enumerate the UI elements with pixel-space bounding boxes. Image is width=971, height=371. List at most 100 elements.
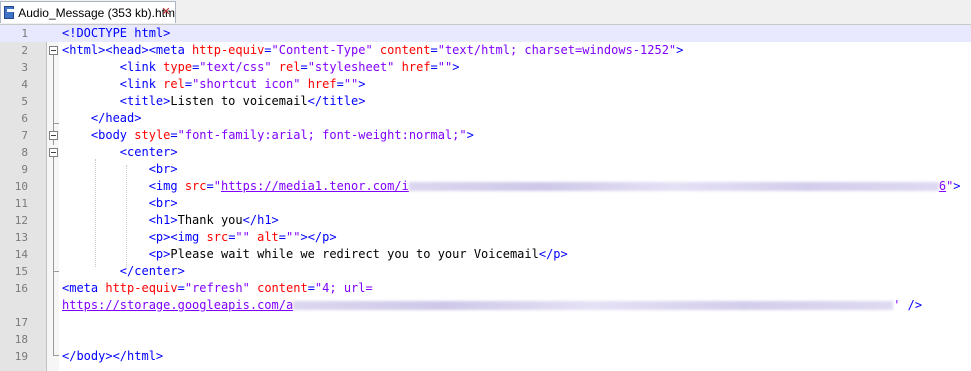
- code-token: <link: [119, 77, 164, 91]
- code-text: <link rel="shortcut icon" href="">: [62, 76, 366, 93]
- code-token: <h1>: [148, 213, 178, 227]
- code-text: <!DOCTYPE html>: [62, 25, 170, 42]
- code-token: />: [900, 298, 923, 312]
- code-text: <center>: [62, 144, 178, 161]
- code-line[interactable]: 19 </body></html>: [0, 348, 971, 365]
- line-number: 8: [21, 146, 28, 159]
- code-line[interactable]: 5 <title>Listen to voicemail</title>: [0, 93, 971, 110]
- code-token: "font-family:arial; font-weight:normal;": [177, 128, 467, 142]
- code-token: ": [213, 179, 221, 193]
- code-token: "": [343, 77, 359, 91]
- indent-guide: [95, 159, 96, 267]
- fold-line: [53, 55, 54, 123]
- code-text: <img src="https://media1.tenor.com/i 6">: [62, 178, 961, 195]
- code-line[interactable]: https://storage.googleapis.com/a ' />: [0, 297, 971, 314]
- line-number: 4: [21, 78, 28, 91]
- code-line[interactable]: 4 <link rel="shortcut icon" href="">: [0, 76, 971, 93]
- code-line[interactable]: 7 <body style="font-family:arial; font-w…: [0, 127, 971, 144]
- code-token: href: [307, 77, 337, 91]
- code-token: "4; url=: [314, 281, 373, 295]
- code-token: "": [286, 230, 301, 244]
- code-line[interactable]: 3 <link type="text/css" rel="stylesheet"…: [0, 59, 971, 76]
- code-line[interactable]: 10 <img src="https://media1.tenor.com/i 6…: [0, 178, 971, 195]
- code-token: "text/html; charset=windows-1252": [437, 43, 677, 57]
- code-line[interactable]: 13 <p><img src="" alt=""></p>: [0, 229, 971, 246]
- code-token: "stylesheet": [307, 60, 395, 74]
- code-token: alt: [257, 230, 279, 244]
- code-token: https://media1.tenor.com/i: [220, 179, 409, 193]
- close-icon[interactable]: ✕: [160, 6, 172, 18]
- code-token: =: [170, 128, 178, 142]
- code-token: >: [676, 43, 684, 57]
- code-token: >: [358, 77, 366, 91]
- line-number: 11: [14, 197, 28, 210]
- fold-toggle-icon[interactable]: [49, 131, 58, 140]
- code-token: http-equiv: [192, 43, 265, 57]
- code-token: https://storage.googleapis.com/a: [62, 298, 294, 312]
- code-token: <body: [90, 128, 135, 142]
- code-token: <p>: [148, 247, 171, 261]
- code-text: </center>: [62, 263, 185, 280]
- indent-guide: [126, 165, 127, 267]
- line-number: 17: [14, 316, 28, 329]
- code-line[interactable]: 8 <center>: [0, 144, 971, 161]
- code-line[interactable]: 11 <br>: [0, 195, 971, 212]
- code-line[interactable]: 1 <!DOCTYPE html>: [0, 25, 971, 42]
- code-token: href: [401, 60, 431, 74]
- code-line[interactable]: 17: [0, 314, 971, 331]
- tab-bar: Audio_Message (353 kb).htm ✕: [0, 0, 971, 25]
- save-disk-icon: [4, 6, 15, 19]
- line-number: 19: [14, 350, 28, 363]
- code-token: </body></html>: [62, 349, 164, 363]
- code-text: <link type="text/css" rel="stylesheet" h…: [62, 59, 460, 76]
- code-text: <br>: [62, 195, 178, 212]
- code-token: =: [430, 60, 438, 74]
- code-token: type: [163, 60, 193, 74]
- fold-end: [53, 355, 59, 356]
- fold-toggle-icon[interactable]: [49, 148, 58, 157]
- code-line[interactable]: 9 <br>: [0, 161, 971, 178]
- line-number: 6: [21, 112, 28, 125]
- file-tab[interactable]: Audio_Message (353 kb).htm ✕: [0, 1, 176, 23]
- code-text: </body></html>: [62, 348, 163, 365]
- redacted-url-segment: [293, 301, 894, 310]
- code-line[interactable]: 2 <html><head><meta http-equiv="Content-T…: [0, 42, 971, 59]
- code-line[interactable]: 18: [0, 331, 971, 348]
- code-token: "": [235, 230, 250, 244]
- code-line[interactable]: 12 <h1>Thank you</h1>: [0, 212, 971, 229]
- code-line[interactable]: 15 </center>: [0, 263, 971, 280]
- line-number: 3: [21, 61, 28, 74]
- code-token: src: [206, 230, 229, 244]
- code-token: "": [437, 60, 453, 74]
- code-line[interactable]: 14 <p>Please wait while we redirect you …: [0, 246, 971, 263]
- fold-line: [53, 271, 54, 355]
- code-text: https://storage.googleapis.com/a ' />: [62, 297, 922, 314]
- code-line[interactable]: 6 </head>: [0, 110, 971, 127]
- line-number: 10: [14, 180, 28, 193]
- code-token: "shortcut icon": [192, 77, 301, 91]
- code-token: >: [466, 128, 474, 142]
- line-number: 13: [14, 231, 28, 244]
- fold-toggle-icon[interactable]: [49, 46, 58, 55]
- line-number: 18: [14, 333, 28, 346]
- code-text: <br>: [62, 161, 178, 178]
- line-number: 15: [14, 265, 28, 278]
- code-token: content: [379, 43, 431, 57]
- code-token: src: [184, 179, 207, 193]
- line-number: 14: [14, 248, 28, 261]
- code-token: </h1>: [242, 213, 279, 227]
- code-editor[interactable]: 1 <!DOCTYPE html> 2 <html><head><meta http-…: [0, 25, 971, 371]
- code-text: <meta http-equiv="refresh" content="4; u…: [62, 280, 373, 297]
- code-token: <br>: [148, 162, 178, 176]
- code-line[interactable]: 16 <meta http-equiv="refresh" content="4;…: [0, 280, 971, 297]
- line-number: 7: [21, 129, 28, 142]
